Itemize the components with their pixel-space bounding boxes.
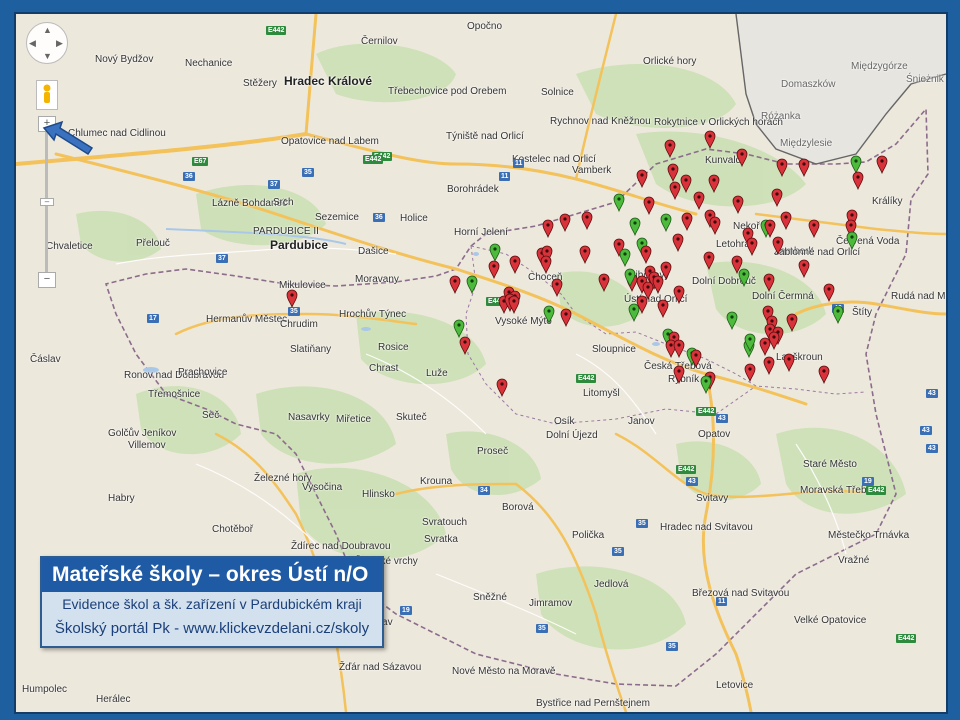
info-box: Mateřské školy – okres Ústí n/O Evidence… [40, 556, 384, 648]
green-marker-icon[interactable] [466, 275, 478, 295]
pan-right-icon[interactable]: ▶ [56, 38, 63, 49]
green-marker-icon[interactable] [726, 311, 738, 331]
red-marker-icon[interactable] [771, 188, 783, 208]
red-marker-icon[interactable] [681, 212, 693, 232]
red-marker-icon[interactable] [818, 365, 830, 385]
red-marker-icon[interactable] [673, 339, 685, 359]
red-marker-icon[interactable] [772, 236, 784, 256]
green-marker-icon[interactable] [629, 217, 641, 237]
red-marker-icon[interactable] [746, 237, 758, 257]
pan-up-icon[interactable]: ▲ [43, 25, 52, 35]
red-marker-icon[interactable] [459, 336, 471, 356]
red-marker-icon[interactable] [551, 278, 563, 298]
red-marker-icon[interactable] [667, 163, 679, 183]
red-marker-icon[interactable] [652, 275, 664, 295]
red-marker-icon[interactable] [709, 216, 721, 236]
pan-control[interactable]: ▲ ◀ ▶ ▼ [26, 22, 68, 64]
pan-left-icon[interactable]: ◀ [29, 38, 36, 49]
red-marker-icon[interactable] [798, 259, 810, 279]
red-marker-icon[interactable] [780, 211, 792, 231]
red-marker-icon[interactable] [560, 308, 572, 328]
green-marker-icon[interactable] [846, 231, 858, 251]
green-marker-icon[interactable] [543, 305, 555, 325]
red-marker-icon[interactable] [657, 299, 669, 319]
red-marker-icon[interactable] [673, 365, 685, 385]
red-marker-icon[interactable] [672, 233, 684, 253]
green-marker-icon[interactable] [619, 248, 631, 268]
red-marker-icon[interactable] [449, 275, 461, 295]
slide-frame: Opočno Nový Bydžov Nechanice Černilov Třebec… [0, 0, 960, 720]
street-view-pegman-icon[interactable] [36, 80, 58, 110]
red-marker-icon[interactable] [732, 195, 744, 215]
red-marker-icon[interactable] [540, 255, 552, 275]
red-marker-icon[interactable] [542, 219, 554, 239]
green-marker-icon[interactable] [738, 268, 750, 288]
info-source: Školský portál Pk - www.klickevzdelani.c… [54, 620, 370, 637]
red-marker-icon[interactable] [680, 174, 692, 194]
red-marker-icon[interactable] [736, 148, 748, 168]
zoom-out-button[interactable]: − [38, 272, 56, 288]
map-canvas[interactable]: Opočno Nový Bydžov Nechanice Černilov Třebec… [14, 12, 948, 714]
red-marker-icon[interactable] [783, 353, 795, 373]
red-marker-icon[interactable] [808, 219, 820, 239]
red-marker-icon[interactable] [286, 289, 298, 309]
green-marker-icon[interactable] [660, 213, 672, 233]
red-marker-icon[interactable] [763, 356, 775, 376]
info-title: Mateřské školy – okres Ústí n/O [42, 558, 382, 592]
red-marker-icon[interactable] [763, 273, 775, 293]
green-marker-icon[interactable] [453, 319, 465, 339]
red-marker-icon[interactable] [643, 196, 655, 216]
red-marker-icon[interactable] [559, 213, 571, 233]
green-marker-icon[interactable] [628, 303, 640, 323]
red-marker-icon[interactable] [786, 313, 798, 333]
red-marker-icon[interactable] [823, 283, 835, 303]
green-marker-icon[interactable] [489, 243, 501, 263]
red-marker-icon[interactable] [664, 139, 676, 159]
red-marker-icon[interactable] [703, 251, 715, 271]
pegman-figure-icon [43, 84, 51, 103]
red-marker-icon[interactable] [759, 337, 771, 357]
red-marker-icon[interactable] [704, 130, 716, 150]
red-marker-icon[interactable] [708, 174, 720, 194]
red-marker-icon[interactable] [744, 363, 756, 383]
red-marker-icon[interactable] [509, 255, 521, 275]
red-marker-icon[interactable] [669, 181, 681, 201]
pan-down-icon[interactable]: ▼ [43, 51, 52, 61]
red-marker-icon[interactable] [776, 158, 788, 178]
zoom-mid-tick: – [40, 198, 54, 206]
pointer-arrow-icon [42, 120, 94, 156]
red-marker-icon[interactable] [660, 261, 672, 281]
red-marker-icon[interactable] [488, 260, 500, 280]
red-marker-icon[interactable] [768, 331, 780, 351]
red-marker-icon[interactable] [876, 155, 888, 175]
red-marker-icon[interactable] [852, 171, 864, 191]
red-marker-icon[interactable] [579, 245, 591, 265]
red-marker-icon[interactable] [581, 211, 593, 231]
green-marker-icon[interactable] [850, 155, 862, 175]
green-marker-icon[interactable] [700, 375, 712, 395]
info-subtitle: Evidence škol a šk. zařízení v Pardubick… [62, 596, 362, 612]
green-marker-icon[interactable] [613, 193, 625, 213]
red-marker-icon[interactable] [496, 378, 508, 398]
red-marker-icon[interactable] [693, 191, 705, 211]
red-marker-icon[interactable] [640, 245, 652, 265]
green-marker-icon[interactable] [832, 305, 844, 325]
red-marker-icon[interactable] [798, 158, 810, 178]
red-marker-icon[interactable] [636, 169, 648, 189]
red-marker-icon[interactable] [673, 285, 685, 305]
red-marker-icon[interactable] [598, 273, 610, 293]
